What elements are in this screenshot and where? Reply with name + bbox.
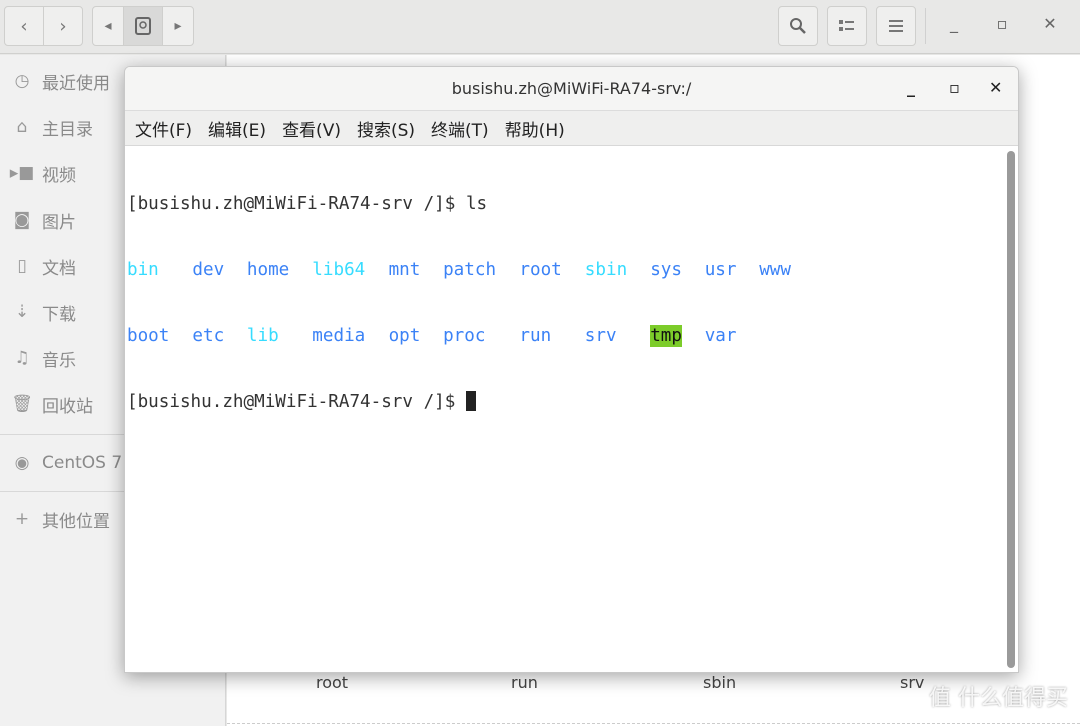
terminal-window[interactable]: busishu.zh@MiWiFi-RA74-srv:/ _ ▫ ✕ 文件(F)… [124,66,1019,673]
ls-output-row: boot etc lib media opt proc run srv tmp var [127,325,1004,347]
forward-button[interactable]: › [43,6,83,46]
ls-entry-etc: etc [192,326,225,346]
file-item[interactable]: run [511,673,538,692]
ls-entry-www: www [759,260,791,280]
ls-entry-boot: boot [127,326,170,346]
menu-edit[interactable]: 编辑(E) [208,116,266,141]
sidebar-item-music[interactable]: ♫ 音乐 [12,343,76,373]
ls-entry-lib: lib [246,326,279,346]
minimize-button[interactable]: _ [942,14,966,33]
back-button[interactable]: ‹ [4,6,44,46]
file-item[interactable]: root [316,673,348,692]
search-button[interactable] [778,6,818,46]
ls-entry-media: media [312,326,366,346]
cursor [465,391,476,411]
disc-icon: ◉ [14,453,30,473]
file-manager-header: ‹ › ◂ ▸ _ ▫ ✕ [0,0,1080,54]
search-icon [790,18,806,34]
sidebar-item-label: 图片 [42,212,76,233]
sidebar-item-pictures[interactable]: ◙ 图片 [12,205,76,235]
menu-file[interactable]: 文件(F) [135,116,192,141]
menu-search[interactable]: 搜索(S) [357,116,415,141]
menu-button[interactable] [876,6,916,46]
terminal-menubar: 文件(F) 编辑(E) 查看(V) 搜索(S) 终端(T) 帮助(H) [125,111,1018,146]
ls-entry-var: var [704,326,737,346]
file-item[interactable]: sbin [703,673,736,692]
menu-terminal[interactable]: 终端(T) [431,116,489,141]
music-icon: ♫ [14,348,30,368]
home-icon: ⌂ [16,117,28,137]
terminal-close-button[interactable]: ✕ [989,78,1002,97]
ls-output-row: bin dev home lib64 mnt patch root sbin sys usr www [127,259,1004,281]
terminal-scrollbar[interactable] [1007,151,1015,668]
ls-entry-tmp: tmp [650,325,682,347]
drive-icon [135,17,151,35]
terminal-maximize-button[interactable]: ▫ [949,78,960,97]
terminal-minimize-button[interactable]: _ [907,78,915,97]
menu-help[interactable]: 帮助(H) [505,116,565,141]
ls-entry-run: run [519,326,552,346]
sidebar-item-label: 音乐 [42,350,76,371]
ls-entry-sys: sys [650,260,682,280]
download-icon: ⇣ [14,302,30,322]
sidebar-item-label: 文档 [42,258,76,279]
divider [925,8,926,44]
terminal-titlebar[interactable]: busishu.zh@MiWiFi-RA74-srv:/ _ ▫ ✕ [125,67,1018,111]
sidebar-item-documents[interactable]: ▯ 文档 [12,251,76,281]
sidebar-item-home[interactable]: ⌂ 主目录 [12,112,93,142]
sidebar-item-label: CentOS 7 : [42,453,134,473]
terminal-output[interactable]: [busishu.zh@MiWiFi-RA74-srv /]$ ls bin de… [125,147,1004,672]
clock-icon: ◷ [14,71,30,91]
path-right-button[interactable]: ▸ [162,6,194,46]
sidebar-item-label: 其他位置 [42,511,110,532]
ls-entry-bin: bin [127,260,159,280]
view-toggle-button[interactable] [827,6,867,46]
video-icon: ▸■ [9,163,35,183]
ls-entry-proc: proc [443,326,486,346]
trash-icon: 🗑︎ [11,394,33,414]
ls-entry-srv: srv [584,326,617,346]
ls-entry-home: home [246,260,290,280]
menu-view[interactable]: 查看(V) [282,116,341,141]
sidebar-item-videos[interactable]: ▸■ 视频 [9,158,76,188]
hamburger-icon [889,20,903,32]
prompt-line: [busishu.zh@MiWiFi-RA74-srv /]$ [127,391,476,413]
sidebar-item-label: 最近使用 [42,73,110,94]
document-icon: ▯ [17,256,27,276]
prompt-text: [busishu.zh@MiWiFi-RA74-srv /]$ [127,392,466,412]
terminal-title: busishu.zh@MiWiFi-RA74-srv:/ [451,79,692,98]
file-item[interactable]: srv [900,673,924,692]
maximize-button[interactable]: ▫ [990,14,1014,33]
sidebar-item-label: 回收站 [42,396,93,417]
ls-entry-root: root [519,260,562,280]
prompt-line: [busishu.zh@MiWiFi-RA74-srv /]$ ls [127,194,488,214]
sidebar-item-label: 主目录 [42,119,93,140]
sidebar-item-trash[interactable]: 🗑︎ 回收站 [11,389,93,419]
path-root-button[interactable] [123,6,163,46]
ls-entry-sbin: sbin [584,260,628,280]
ls-entry-usr: usr [704,260,737,280]
ls-entry-lib64: lib64 [312,260,366,280]
list-view-icon [839,20,854,31]
sidebar-item-label: 下载 [42,304,76,325]
path-left-button[interactable]: ◂ [92,6,124,46]
sidebar-item-recent[interactable]: ◷ 最近使用 [12,66,110,96]
plus-icon: + [14,509,30,529]
close-button[interactable]: ✕ [1038,14,1062,33]
sidebar-item-other-locations[interactable]: + 其他位置 [12,504,110,534]
sidebar-item-centos[interactable]: ◉ CentOS 7 : [12,448,134,478]
camera-icon: ◙ [13,210,31,230]
ls-entry-opt: opt [388,326,421,346]
watermark-logo: 值 什么值得买 [929,686,1068,711]
sidebar-item-downloads[interactable]: ⇣ 下载 [12,297,76,327]
sidebar-item-label: 视频 [42,165,76,186]
ls-entry-dev: dev [192,260,225,280]
ls-entry-patch: patch [443,260,497,280]
ls-entry-mnt: mnt [388,260,421,280]
divider [227,723,1080,724]
